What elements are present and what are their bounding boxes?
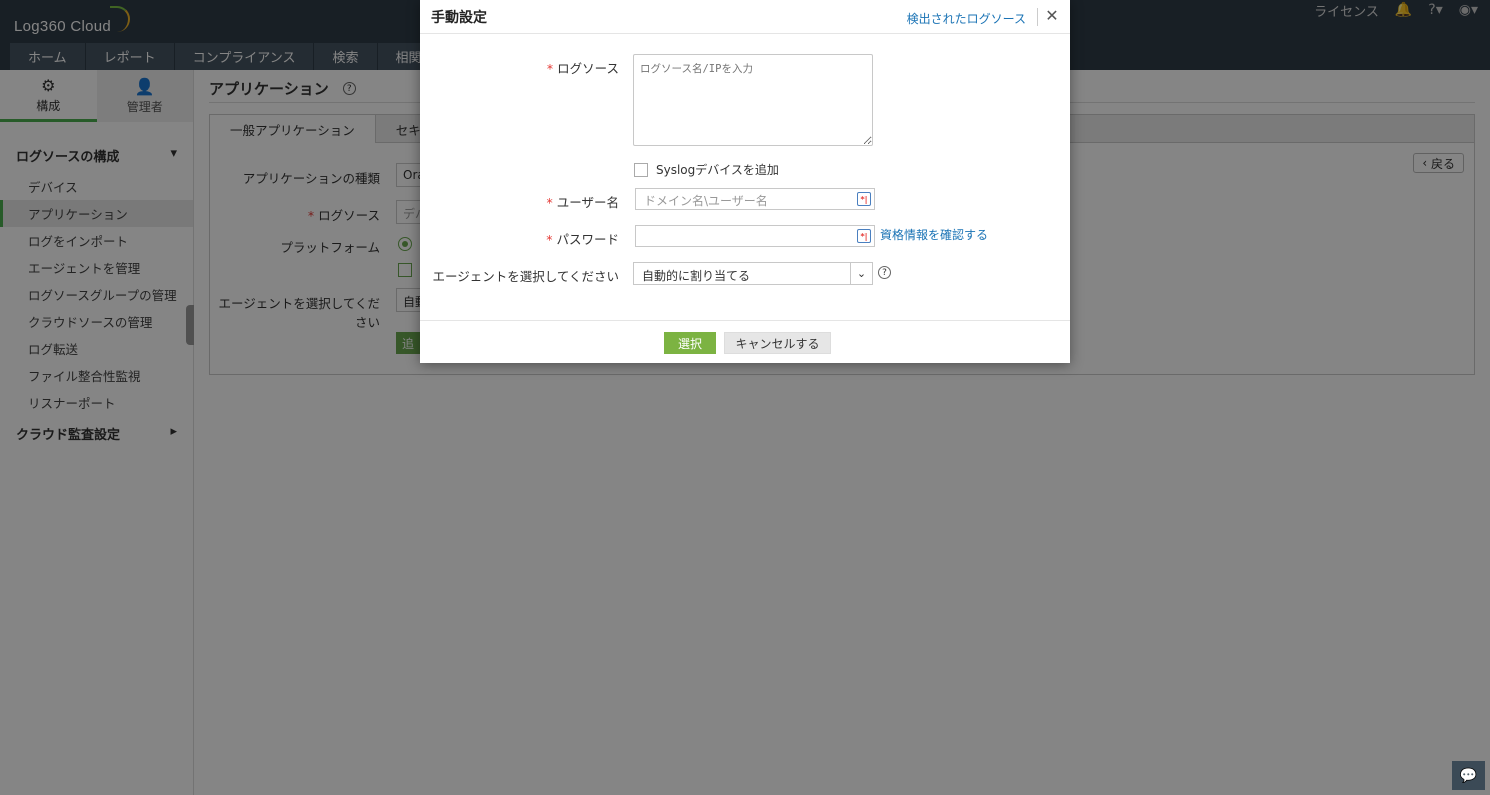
agent-select-dropdown[interactable]: 自動的に割り当てる ⌄ [633,262,873,285]
username-input[interactable]: ドメイン名\ユーザー名 *| [635,188,875,210]
dialog-footer: 選択 キャンセルする [420,320,1070,363]
cancel-button[interactable]: キャンセルする [724,332,831,354]
log-source-field-label: * ログソース [546,61,619,76]
close-icon[interactable]: ✕ [1044,6,1060,25]
username-placeholder: ドメイン名\ユーザー名 [644,194,768,208]
syslog-checkbox-row: Syslogデバイスを追加 [634,161,779,178]
syslog-checkbox[interactable] [634,162,648,177]
syslog-checkbox-label: Syslogデバイスを追加 [656,163,779,177]
dialog-header: 手動設定 検出されたログソース ✕ [420,0,1070,34]
verify-credentials-link[interactable]: 資格情報を確認する [880,226,988,243]
log-source-textarea[interactable] [633,54,873,146]
detected-log-sources-link[interactable]: 検出されたログソース [907,10,1026,27]
chat-icon[interactable]: 💬 [1452,761,1485,790]
agent-help-icon[interactable]: ? [878,266,891,279]
credential-key-icon[interactable]: *| [857,229,871,243]
password-field-label: * パスワード [546,232,619,247]
dialog-title: 手動設定 [431,10,487,26]
username-field-label: * ユーザー名 [546,195,619,210]
manual-config-dialog: 手動設定 検出されたログソース ✕ *ログソース Syslogデバイスを追加 *… [420,0,1070,363]
agent-select-value: 自動的に割り当てる [642,269,751,283]
header-divider [1037,8,1038,26]
password-input[interactable]: *| [635,225,875,247]
credential-key-icon[interactable]: *| [857,192,871,206]
select-button[interactable]: 選択 [664,332,716,354]
agent-field-label: エージェントを選択してください [432,269,619,284]
chevron-down-icon[interactable]: ⌄ [850,263,872,284]
